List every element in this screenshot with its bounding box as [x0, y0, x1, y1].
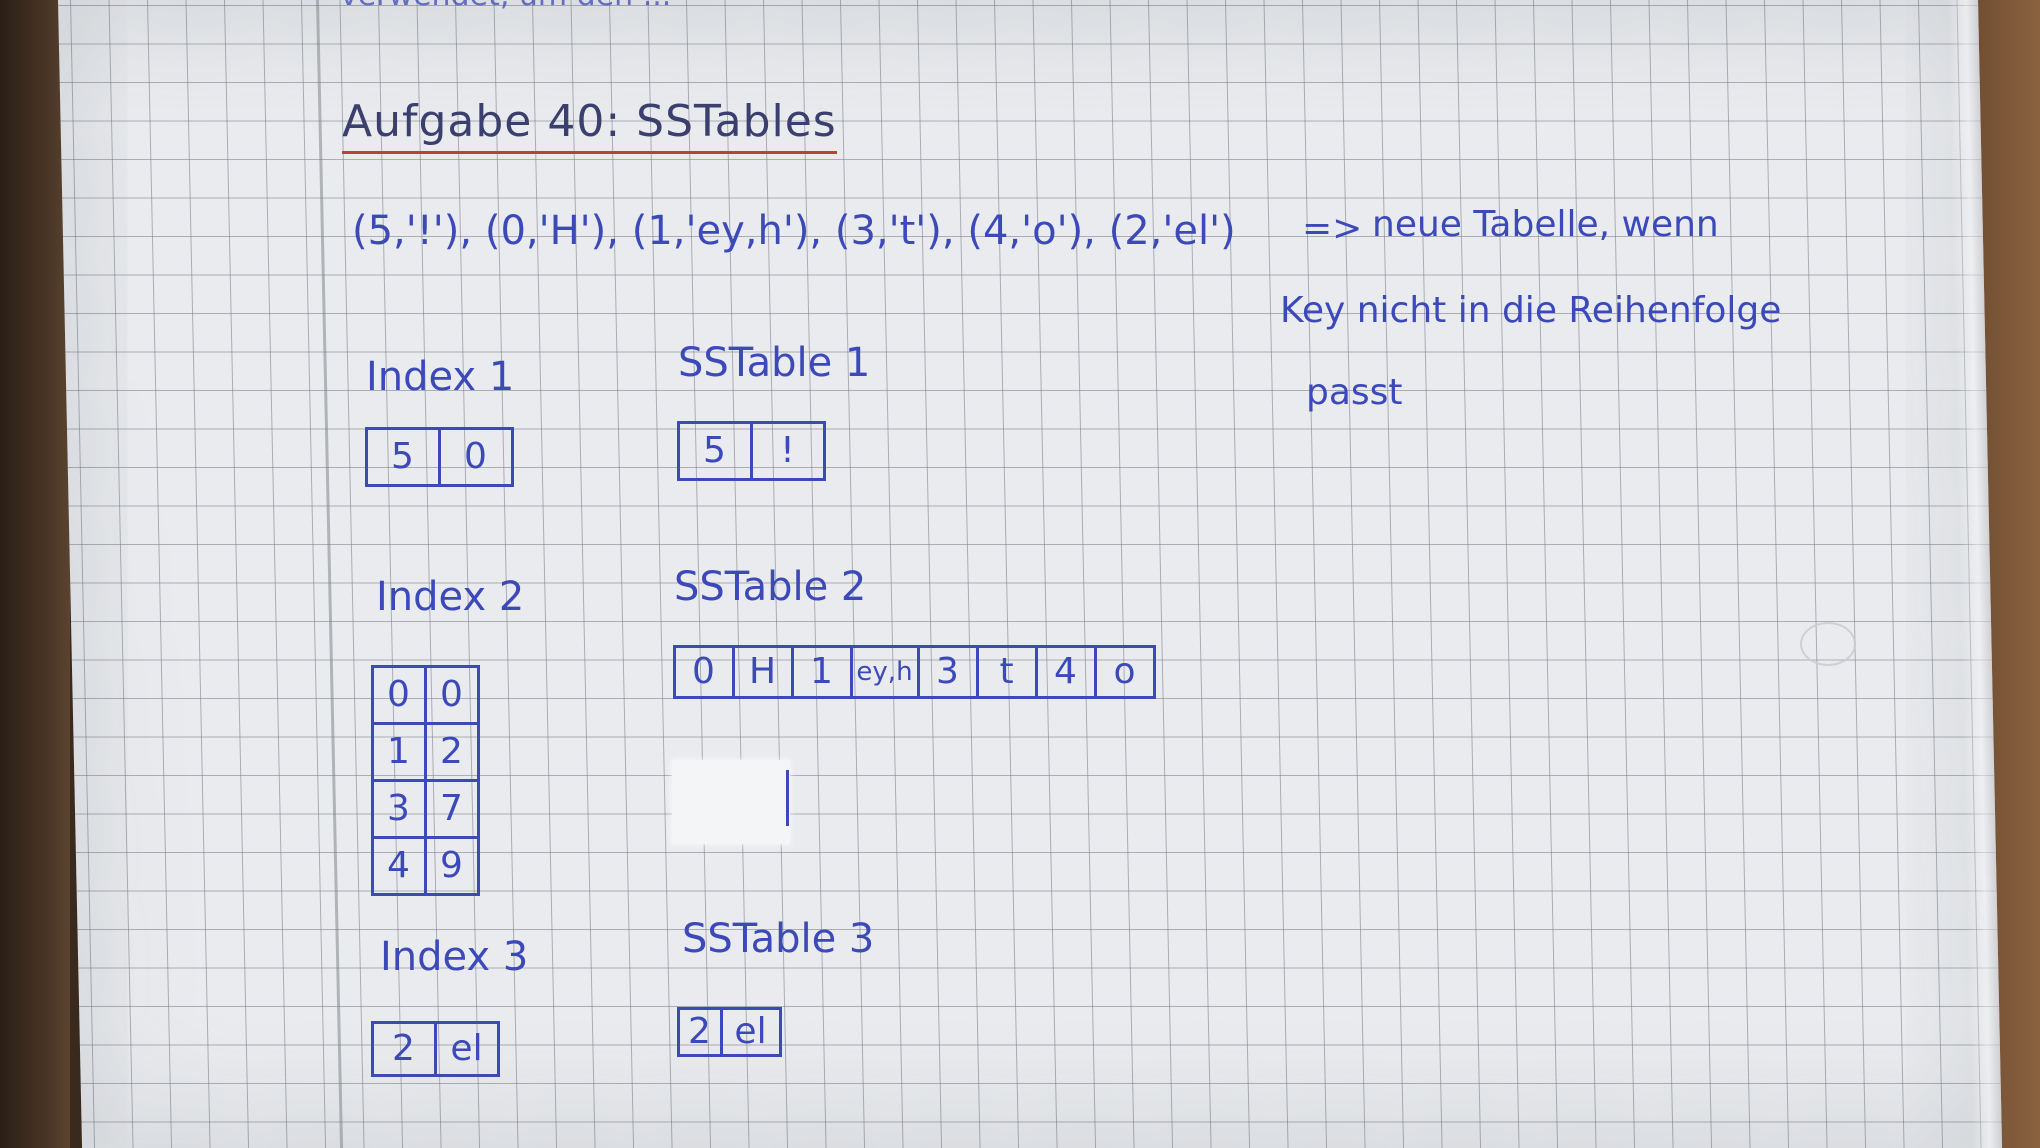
index-3-cell: 2 — [370, 1020, 437, 1077]
index-1-table: 5 0 — [364, 426, 514, 487]
top-partial-text: verwendet, um den ... — [340, 0, 671, 13]
sstable-2-cell: 3 — [916, 644, 979, 699]
sstable-2-cell: 1 — [790, 644, 853, 699]
desk-left — [0, 0, 70, 1148]
faint-scribble — [1800, 622, 1856, 666]
sstable-2-cell: 0 — [672, 644, 735, 699]
index-2-cell: 1 — [370, 721, 427, 782]
index-1-cell: 0 — [437, 426, 514, 487]
sstable-2-cell: H — [731, 644, 794, 699]
sstable-1-table: 5 ! — [676, 420, 826, 481]
index-2-cell: 3 — [370, 778, 427, 839]
index-2-cell: 0 — [423, 664, 480, 725]
sstable-2-table: 0 H 1 ey,h 3 t 4 o — [672, 644, 1156, 699]
sstable-3-cell: 2 — [676, 1006, 723, 1057]
sstable-2-cell: o — [1093, 644, 1156, 699]
index-2-row: 3 7 — [370, 778, 480, 839]
sstable-1-label: SSTable 1 — [678, 340, 871, 386]
sstable-3-table: 2 el — [676, 1006, 782, 1057]
redacted-patch — [672, 760, 790, 844]
index-2-row: 1 2 — [370, 721, 480, 782]
index-2-cell: 0 — [370, 664, 427, 725]
index-2-label: Index 2 — [376, 574, 525, 620]
index-3-cell: el — [433, 1020, 500, 1077]
note-line-3: passt — [1306, 372, 1403, 413]
index-3-label: Index 3 — [380, 934, 529, 980]
index-1-cell: 5 — [364, 426, 441, 487]
index-3-table: 2 el — [370, 1020, 500, 1077]
sstable-2-cell: 4 — [1034, 644, 1097, 699]
sstable-1-cell: ! — [749, 420, 826, 481]
note-line-2: Key nicht in die Reihenfolge — [1280, 290, 1782, 331]
note-line-1: neue Tabelle, wenn — [1372, 204, 1719, 245]
index-2-row: 0 0 — [370, 664, 480, 725]
index-2-table: 0 0 1 2 3 7 4 9 — [370, 664, 480, 896]
sstable-2-label: SSTable 2 — [674, 564, 867, 610]
arrow-symbol: => — [1302, 208, 1363, 249]
sstable-3-cell: el — [719, 1006, 782, 1057]
index-2-cell: 7 — [423, 778, 480, 839]
margin-line — [316, 0, 344, 1148]
index-1-label: Index 1 — [366, 354, 515, 400]
tuples-line: (5,'!'), (0,'H'), (1,'ey,h'), (3,'t'), (… — [352, 208, 1236, 254]
index-2-cell: 4 — [370, 835, 427, 896]
sstable-3-label: SSTable 3 — [682, 916, 875, 962]
sstable-2-cell: ey,h — [849, 644, 920, 699]
page-title: Aufgabe 40: SSTables — [342, 96, 837, 154]
index-2-row: 4 9 — [370, 835, 480, 896]
index-2-cell: 2 — [423, 721, 480, 782]
sstable-1-cell: 5 — [676, 420, 753, 481]
grid-paper-sheet — [58, 0, 2003, 1148]
sstable-2-cell: t — [975, 644, 1038, 699]
index-2-cell: 9 — [423, 835, 480, 896]
ink-stroke — [786, 770, 789, 826]
